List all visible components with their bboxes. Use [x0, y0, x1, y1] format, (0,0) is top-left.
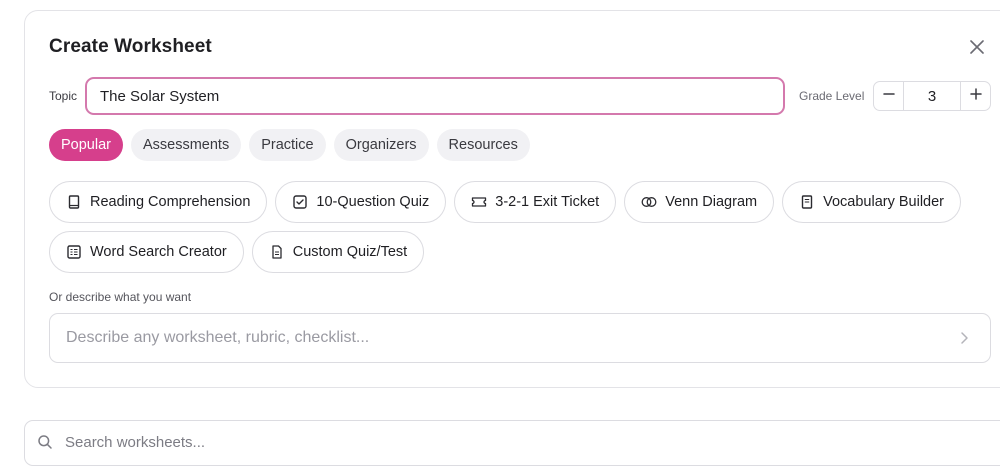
close-button[interactable] [966, 38, 988, 60]
minus-icon [882, 87, 895, 105]
grade-increment-button[interactable] [960, 82, 990, 110]
search-icon [37, 434, 53, 450]
category-tabs: Popular Assessments Practice Organizers … [49, 129, 530, 161]
tab-organizers[interactable]: Organizers [333, 129, 429, 161]
grade-decrement-button[interactable] [874, 82, 904, 110]
topic-input[interactable] [85, 77, 785, 115]
search-worksheets-container [24, 420, 1000, 466]
book-icon [66, 194, 82, 210]
template-label: Venn Diagram [665, 194, 758, 210]
template-3-2-1-exit-ticket[interactable]: 3-2-1 Exit Ticket [454, 181, 617, 223]
ticket-icon [471, 194, 487, 210]
describe-field-container [49, 313, 991, 363]
checkbox-icon [292, 194, 308, 210]
tab-popular[interactable]: Popular [49, 129, 123, 161]
template-label: Reading Comprehension [90, 194, 251, 210]
template-venn-diagram[interactable]: Venn Diagram [624, 181, 775, 223]
tab-assessments[interactable]: Assessments [130, 129, 242, 161]
template-label: Vocabulary Builder [823, 194, 945, 210]
describe-input[interactable] [50, 314, 950, 362]
template-word-search-creator[interactable]: Word Search Creator [49, 231, 244, 273]
template-10-question-quiz[interactable]: 10-Question Quiz [275, 181, 447, 223]
template-label: 10-Question Quiz [316, 194, 430, 210]
grade-level-value[interactable]: 3 [904, 82, 960, 110]
close-icon [970, 39, 984, 59]
dialog-title: Create Worksheet [49, 36, 212, 57]
template-reading-comprehension[interactable]: Reading Comprehension [49, 181, 268, 223]
template-label: 3-2-1 Exit Ticket [495, 194, 600, 210]
grade-level-label: Grade Level [799, 89, 865, 103]
grade-level-stepper: 3 [873, 81, 991, 111]
venn-icon [641, 194, 657, 210]
template-custom-quiz-test[interactable]: Custom Quiz/Test [251, 231, 425, 273]
template-label: Custom Quiz/Test [292, 244, 408, 260]
template-chips: Reading Comprehension 10-Question Quiz 3… [49, 181, 979, 273]
describe-label: Or describe what you want [49, 290, 192, 304]
tab-resources[interactable]: Resources [436, 129, 530, 161]
tab-practice[interactable]: Practice [249, 129, 326, 161]
template-label: Word Search Creator [90, 244, 227, 260]
topic-label: Topic [49, 89, 78, 103]
grid-icon [66, 244, 82, 260]
chevron-right-icon[interactable] [956, 330, 972, 346]
search-input[interactable] [65, 427, 965, 457]
document-icon [269, 244, 285, 260]
template-vocabulary-builder[interactable]: Vocabulary Builder [782, 181, 962, 223]
plus-icon [969, 87, 982, 105]
notebook-icon [799, 194, 815, 210]
